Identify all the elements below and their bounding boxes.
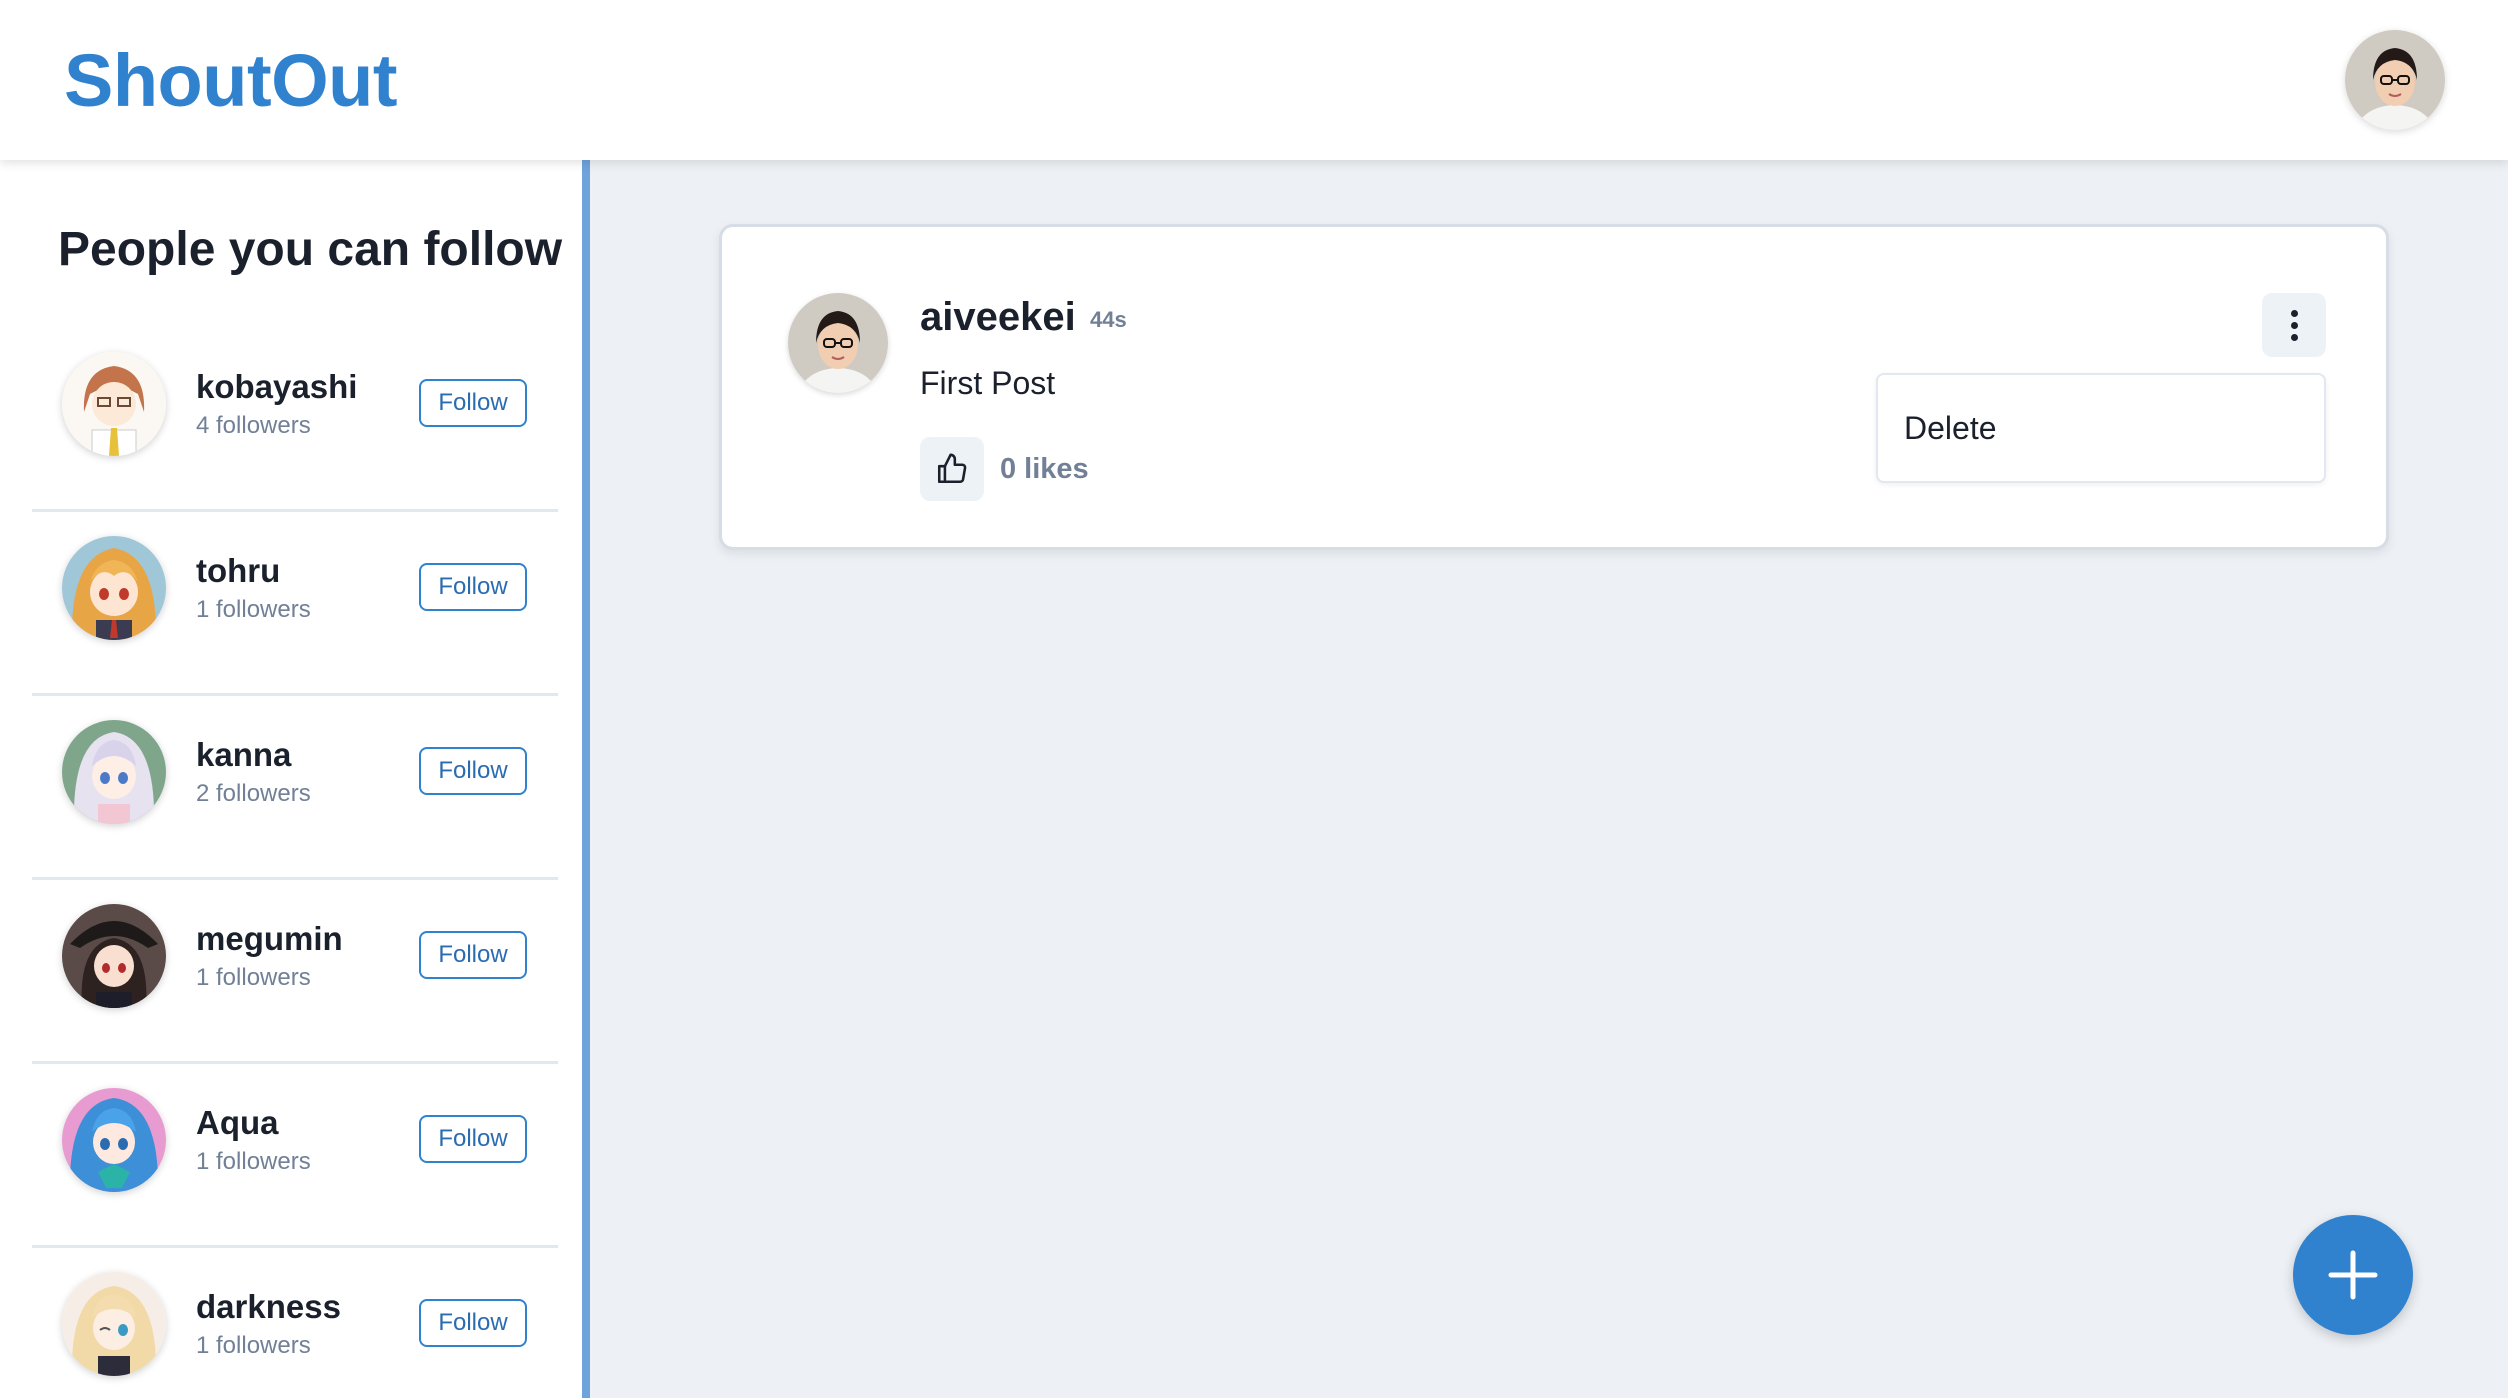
post-menu-button[interactable] — [2262, 293, 2326, 357]
plus-icon — [2328, 1250, 2378, 1300]
profile-avatar[interactable] — [2345, 30, 2445, 130]
follow-button[interactable]: Follow — [419, 1299, 527, 1347]
suggestion-item: megumin 1 followers Follow — [32, 880, 558, 1064]
follower-count: 1 followers — [196, 1148, 311, 1175]
like-count: 0 likes — [1000, 453, 1089, 485]
avatar-kanna[interactable] — [62, 720, 166, 824]
user-name[interactable]: kanna — [196, 736, 291, 774]
follow-suggestions-sidebar: People you can follow kobayashi 4 follow… — [0, 160, 590, 1398]
avatar-darkness[interactable] — [62, 1272, 166, 1376]
post-content: First Post — [920, 365, 1056, 401]
post-card: aiveekei 44s First Post 0 likes Delete — [719, 224, 2389, 550]
delete-menu-item[interactable]: Delete — [1878, 375, 2324, 481]
app-logo[interactable]: ShoutOut — [64, 38, 398, 123]
avatar-aqua[interactable] — [62, 1088, 166, 1192]
suggestion-item: kanna 2 followers Follow — [32, 696, 558, 880]
follower-count: 1 followers — [196, 596, 311, 623]
user-name[interactable]: kobayashi — [196, 368, 357, 406]
user-name[interactable]: megumin — [196, 920, 343, 958]
suggestion-list: kobayashi 4 followers Follow tohru 1 fol… — [32, 328, 558, 1398]
follower-count: 2 followers — [196, 780, 311, 807]
post-author-avatar[interactable] — [788, 293, 888, 393]
follow-button[interactable]: Follow — [419, 563, 527, 611]
user-avatar-photo — [2345, 30, 2445, 130]
avatar-kobayashi[interactable] — [62, 352, 166, 456]
follow-button[interactable]: Follow — [419, 379, 527, 427]
suggestion-item: darkness 1 followers Follow — [32, 1248, 558, 1398]
post-timestamp: 44s — [1090, 307, 1127, 332]
follower-count: 1 followers — [196, 1332, 311, 1359]
post-menu-dropdown: Delete — [1876, 373, 2326, 483]
new-post-button[interactable] — [2293, 1215, 2413, 1335]
avatar-tohru[interactable] — [62, 536, 166, 640]
suggestion-item: Aqua 1 followers Follow — [32, 1064, 558, 1248]
follow-button[interactable]: Follow — [419, 747, 527, 795]
suggestion-item: tohru 1 followers Follow — [32, 512, 558, 696]
user-name[interactable]: tohru — [196, 552, 280, 590]
like-button[interactable] — [920, 437, 984, 501]
user-name[interactable]: Aqua — [196, 1104, 279, 1142]
suggestion-item: kobayashi 4 followers Follow — [32, 328, 558, 512]
user-name[interactable]: darkness — [196, 1288, 341, 1326]
post-author-name[interactable]: aiveekei — [920, 295, 1076, 340]
app-header: ShoutOut — [0, 0, 2508, 160]
avatar-megumin[interactable] — [62, 904, 166, 1008]
follow-button[interactable]: Follow — [419, 931, 527, 979]
more-vertical-icon — [2290, 309, 2298, 317]
follower-count: 4 followers — [196, 412, 311, 439]
follower-count: 1 followers — [196, 964, 311, 991]
thumbs-up-icon — [937, 453, 967, 484]
follow-button[interactable]: Follow — [419, 1115, 527, 1163]
sidebar-title: People you can follow — [58, 223, 563, 276]
